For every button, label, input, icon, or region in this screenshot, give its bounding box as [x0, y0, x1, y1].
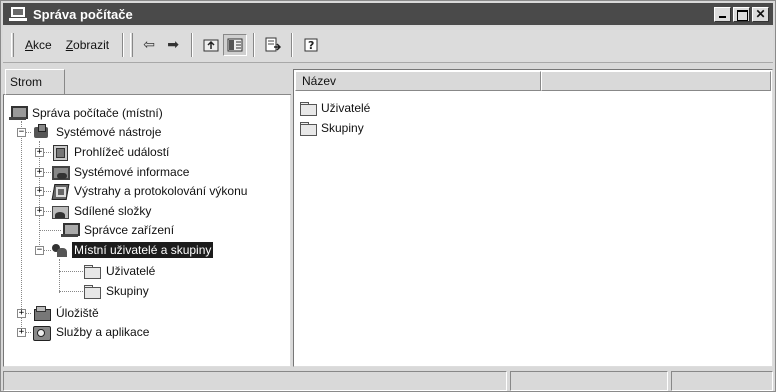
tree-item-groups[interactable]: Skupiny [83, 282, 151, 300]
toolbar-separator [122, 32, 125, 57]
tree-connector [59, 291, 83, 292]
mmc-window: Správa počítače ✕ Akce Zobrazit ⇦ ➡ ? St… [0, 0, 776, 392]
expand-performance-alerts[interactable]: + [35, 187, 44, 196]
tree-item-users[interactable]: Uživatelé [83, 262, 157, 280]
device-manager-icon [61, 222, 80, 238]
collapse-local-users-groups[interactable]: − [35, 246, 44, 255]
tree-item-event-viewer[interactable]: Prohlížeč událostí [51, 143, 171, 161]
tree-item-system-tools[interactable]: Systémové nástroje [33, 123, 163, 141]
toolbar-grip[interactable] [130, 32, 134, 57]
window-controls: ✕ [714, 6, 769, 22]
maximize-button[interactable] [733, 6, 750, 22]
up-level-icon[interactable] [199, 34, 223, 56]
performance-alerts-icon [51, 183, 69, 199]
menu-view[interactable]: Zobrazit [59, 36, 116, 54]
tree-item-system-info[interactable]: Systémové informace [51, 163, 191, 181]
column-header-name[interactable]: Název [295, 71, 541, 91]
tree-connector [21, 121, 22, 333]
storage-icon [33, 305, 51, 321]
export-list-icon[interactable] [261, 34, 285, 56]
local-users-groups-icon [51, 242, 69, 258]
folder-icon [83, 263, 101, 279]
system-info-icon [51, 164, 70, 180]
tree-item-computer-management-local[interactable]: Správa počítače (místní) [9, 104, 165, 122]
expand-system-info[interactable]: + [35, 168, 44, 177]
tree-connector [39, 230, 61, 231]
list-item-groups[interactable]: Skupiny [299, 119, 365, 137]
status-panel-main [3, 371, 507, 391]
close-button[interactable]: ✕ [752, 6, 769, 22]
forward-arrow-icon[interactable]: ➡ [161, 34, 185, 56]
title-bar[interactable]: Správa počítače ✕ [3, 3, 773, 25]
tree-item-services-apps[interactable]: Služby a aplikace [33, 323, 151, 341]
expand-shared-folders[interactable]: + [35, 207, 44, 216]
toolbar-grip[interactable] [11, 32, 14, 57]
tree-item-local-users-groups[interactable]: Místní uživatelé a skupiny [51, 241, 214, 259]
tree-item-device-manager[interactable]: Správce zařízení [61, 221, 176, 239]
status-panel-middle [510, 371, 668, 391]
tree-connector [59, 271, 83, 272]
toolbar-separator [191, 32, 194, 57]
status-panel-right [671, 371, 773, 391]
folder-icon [299, 100, 317, 116]
tree-item-performance-alerts[interactable]: Výstrahy a protokolování výkonu [51, 182, 249, 200]
status-bar [3, 371, 773, 391]
event-viewer-icon [51, 144, 69, 161]
shared-folders-icon [51, 203, 69, 219]
list-item-users[interactable]: Uživatelé [299, 99, 371, 117]
close-icon: ✕ [755, 7, 766, 21]
column-header-empty[interactable] [541, 71, 771, 91]
tab-tree[interactable]: Strom [5, 69, 65, 95]
window-title: Správa počítače [33, 6, 133, 22]
tree-item-storage[interactable]: Úložiště [33, 304, 101, 322]
tree-connector [39, 141, 40, 255]
help-icon[interactable]: ? [299, 34, 323, 56]
tree-connector [59, 259, 60, 293]
back-arrow-icon[interactable]: ⇦ [137, 34, 161, 56]
expand-event-viewer[interactable]: + [35, 148, 44, 157]
collapse-system-tools[interactable]: − [17, 128, 26, 137]
folder-icon [299, 120, 317, 136]
minimize-button[interactable] [714, 6, 731, 22]
computer-icon [9, 105, 28, 121]
toolbar-separator [253, 32, 256, 57]
system-tools-icon [33, 124, 51, 140]
tree-item-shared-folders[interactable]: Sdílené složky [51, 202, 153, 220]
computer-management-icon [9, 7, 27, 21]
toolbar-separator [291, 32, 294, 57]
expand-services-apps[interactable]: + [17, 328, 26, 337]
toolbar: Akce Zobrazit ⇦ ➡ ? [3, 27, 773, 63]
folder-icon [83, 283, 101, 299]
services-apps-icon [33, 324, 51, 341]
svg-text:?: ? [308, 39, 314, 52]
show-hide-tree-icon[interactable] [223, 33, 248, 56]
menu-action[interactable]: Akce [18, 36, 59, 54]
expand-storage[interactable]: + [17, 309, 26, 318]
